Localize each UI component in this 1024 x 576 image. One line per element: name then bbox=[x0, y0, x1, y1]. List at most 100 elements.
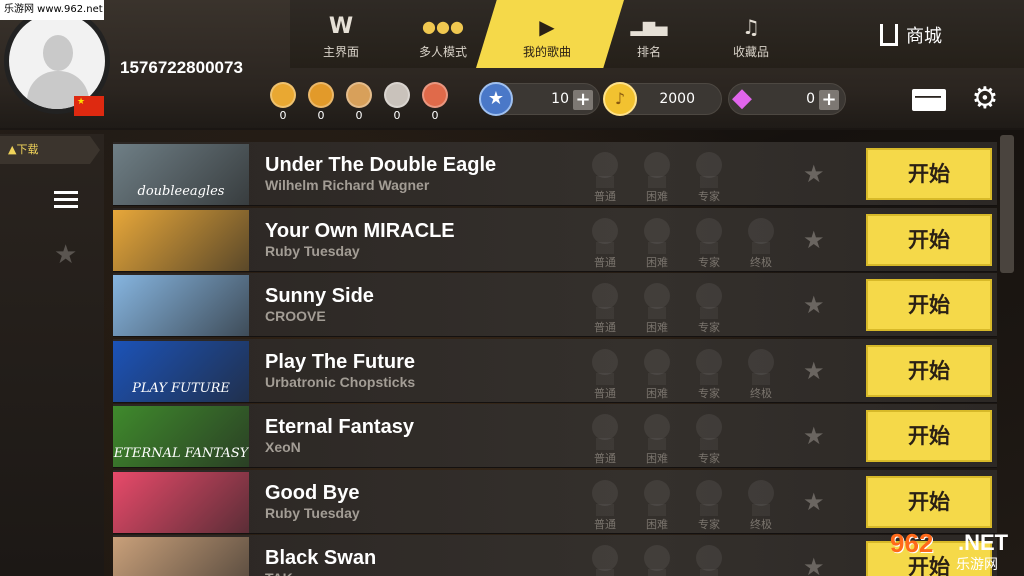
song-row[interactable]: Good Bye Ruby Tuesday 普通 困难 专家 终极 ★ 开始 bbox=[113, 469, 997, 534]
favorite-star-icon[interactable]: ★ bbox=[803, 357, 825, 385]
multiplayer-icon: ●●● bbox=[422, 17, 464, 36]
thumbnail-text: PLAY FUTURE bbox=[132, 380, 230, 396]
watermark-top: 乐游网 www.962.net bbox=[0, 0, 104, 20]
diamond-value: 0 bbox=[806, 91, 815, 107]
song-row[interactable]: Sunny Side CROOVE 普通 困难 专家 ★ 开始 bbox=[113, 273, 997, 337]
medal-count: 0 bbox=[279, 109, 287, 122]
song-row[interactable]: ETERNAL FANTASY Eternal Fantasy XeoN 普通 困难 专家… bbox=[113, 404, 997, 468]
medal-silhouette-icon bbox=[644, 217, 670, 244]
difficulty-hard[interactable]: 困难 bbox=[637, 277, 677, 335]
medal-silhouette-icon bbox=[644, 348, 670, 375]
favorite-star-icon[interactable]: ★ bbox=[803, 488, 825, 516]
diamond-icon: ◆ bbox=[732, 83, 752, 113]
song-thumbnail: PLAY FUTURE bbox=[113, 340, 249, 402]
difficulty-label: 普通 bbox=[594, 452, 616, 465]
song-thumbnail: ETERNAL FANTASY bbox=[113, 406, 249, 467]
difficulty-normal[interactable]: 普通 bbox=[585, 539, 625, 576]
scrollbar[interactable] bbox=[1000, 135, 1014, 273]
thumbnail-text: doubleeagles bbox=[137, 184, 225, 199]
difficulty-ultimate[interactable]: 终极 bbox=[741, 474, 781, 532]
song-title: Play The Future bbox=[265, 350, 416, 373]
song-thumbnail bbox=[113, 537, 249, 576]
song-artist: XeoN bbox=[265, 439, 301, 455]
song-title: Black Swan bbox=[265, 547, 377, 569]
nav-my-songs[interactable]: ▶ 我的歌曲 bbox=[502, 14, 592, 60]
difficulty-hard[interactable]: 困难 bbox=[637, 343, 677, 401]
difficulty-label: 困难 bbox=[646, 386, 668, 400]
gear-icon[interactable]: ⚙ bbox=[970, 84, 1000, 114]
song-row[interactable]: Your Own MIRACLE Ruby Tuesday 普通 困难 专家 终极 ★ 开始 bbox=[113, 207, 997, 272]
avatar-head-icon bbox=[43, 35, 73, 71]
medal-count: 0 bbox=[393, 109, 401, 122]
play-icon: ▶ bbox=[539, 15, 555, 39]
difficulty-expert[interactable]: 专家 bbox=[689, 212, 729, 270]
favorite-star-icon[interactable]: ★ bbox=[803, 160, 825, 188]
nav-collection[interactable]: ♫ 收藏品 bbox=[706, 14, 796, 60]
nav-ranking-label: 排名 bbox=[636, 45, 661, 59]
diamond-counter: ◆ 0 + bbox=[728, 83, 846, 115]
song-artist: TAK bbox=[265, 570, 293, 576]
nav-my-songs-label: 我的歌曲 bbox=[522, 45, 571, 59]
favorite-star-icon[interactable]: ★ bbox=[803, 422, 825, 450]
nav-multiplayer[interactable]: ●●● 多人模式 bbox=[398, 14, 488, 60]
red-medal-icon: 0 bbox=[420, 82, 450, 122]
start-button[interactable]: 开始 bbox=[866, 344, 992, 397]
medal-silhouette-icon bbox=[644, 479, 670, 506]
medal-silhouette-icon bbox=[696, 348, 722, 375]
favorite-star-icon[interactable]: ★ bbox=[803, 553, 825, 576]
song-row[interactable]: doubleeagles Under The Double Eagle Wilhel… bbox=[113, 142, 997, 206]
difficulty-hard[interactable]: 困难 bbox=[637, 539, 677, 576]
difficulty-hard[interactable]: 困难 bbox=[637, 212, 677, 270]
difficulty-ultimate[interactable]: 终极 bbox=[741, 343, 781, 401]
difficulty-normal[interactable]: 普通 bbox=[585, 343, 625, 401]
difficulty-expert[interactable]: 专家 bbox=[689, 408, 729, 466]
shop-button[interactable]: 商城 bbox=[880, 22, 942, 48]
difficulty-normal[interactable]: 普通 bbox=[585, 408, 625, 466]
start-button[interactable]: 开始 bbox=[866, 410, 992, 462]
difficulty-label: 专家 bbox=[698, 386, 720, 400]
song-row[interactable]: PLAY FUTURE Play The Future Urbatronic Cho… bbox=[113, 338, 997, 403]
difficulty-normal[interactable]: 普通 bbox=[585, 277, 625, 335]
difficulty-expert[interactable]: 专家 bbox=[689, 343, 729, 401]
difficulty-label: 专家 bbox=[698, 517, 720, 531]
nav-ranking[interactable]: ▂▆▄ 排名 bbox=[604, 14, 694, 60]
difficulty-ultimate[interactable]: 终极 bbox=[741, 212, 781, 270]
start-button[interactable]: 开始 bbox=[866, 475, 992, 528]
difficulty-hard[interactable]: 困难 bbox=[637, 146, 677, 204]
add-stars-button[interactable]: + bbox=[573, 90, 593, 110]
favorite-star-icon[interactable]: ★ bbox=[803, 226, 825, 254]
difficulty-normal[interactable]: 普通 bbox=[585, 146, 625, 204]
menu-icon[interactable] bbox=[54, 191, 78, 209]
start-button[interactable]: 开始 bbox=[866, 213, 992, 266]
start-button[interactable]: 开始 bbox=[866, 279, 992, 331]
difficulty-expert[interactable]: 专家 bbox=[689, 539, 729, 576]
song-row[interactable]: Black SwanTAK普通困难专家★开始 bbox=[113, 535, 997, 576]
difficulty-normal[interactable]: 普通 bbox=[585, 212, 625, 270]
difficulty-label: 困难 bbox=[646, 517, 668, 531]
main-logo-icon: W bbox=[328, 14, 354, 39]
medal-silhouette-icon bbox=[592, 217, 618, 244]
medal-count: 0 bbox=[431, 109, 439, 122]
favorite-star-icon[interactable]: ★ bbox=[803, 291, 825, 319]
difficulty-hard[interactable]: 困难 bbox=[637, 408, 677, 466]
difficulty-expert[interactable]: 专家 bbox=[689, 474, 729, 532]
download-tab[interactable]: ▲下载 bbox=[0, 136, 100, 164]
difficulty-expert[interactable]: 专家 bbox=[689, 146, 729, 204]
add-diamond-button[interactable]: + bbox=[819, 90, 839, 110]
start-button[interactable]: 开始 bbox=[866, 148, 992, 200]
song-artist: CROOVE bbox=[265, 308, 326, 324]
mail-icon[interactable] bbox=[912, 89, 946, 111]
nav-multiplayer-label: 多人模式 bbox=[418, 45, 467, 59]
song-thumbnail bbox=[113, 471, 249, 533]
difficulty-label: 困难 bbox=[646, 190, 668, 203]
difficulty-expert[interactable]: 专家 bbox=[689, 277, 729, 335]
favorite-filter-icon[interactable]: ★ bbox=[54, 240, 77, 270]
nav-main[interactable]: W 主界面 bbox=[296, 14, 386, 60]
gold-counter: ♪ 2000 bbox=[603, 82, 722, 116]
medal-silhouette-icon bbox=[696, 283, 722, 309]
top-header: W 主界面 ●●● 多人模式 ▶ 我的歌曲 ▂▆▄ 排名 ♫ 收藏品 商城 ★ … bbox=[0, 0, 1024, 130]
medal-count: 0 bbox=[355, 109, 363, 122]
medal-silhouette-icon bbox=[592, 414, 618, 440]
difficulty-hard[interactable]: 困难 bbox=[637, 474, 677, 532]
difficulty-normal[interactable]: 普通 bbox=[585, 474, 625, 532]
